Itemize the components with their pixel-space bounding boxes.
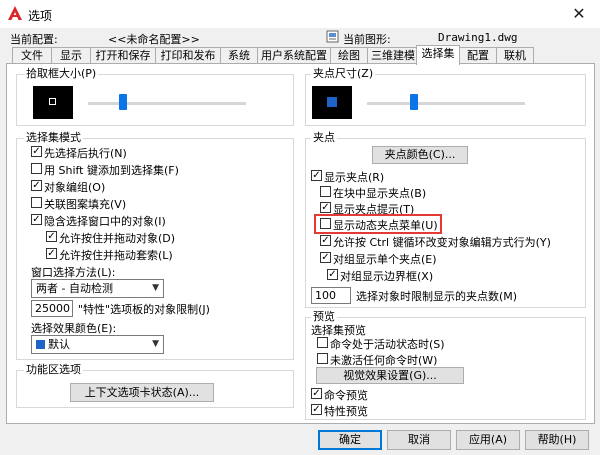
- tab-user-preferences[interactable]: 用户系统配置: [257, 47, 331, 64]
- pickbox-title: 拾取框大小(P): [24, 67, 99, 80]
- tab-selection[interactable]: 选择集: [416, 45, 460, 65]
- profile-label: 当前配置:: [10, 33, 58, 46]
- title-bar: [0, 0, 600, 28]
- grip-size-slider-thumb[interactable]: [410, 94, 419, 110]
- ribbon-options-title: 功能区选项: [24, 363, 83, 376]
- object-limit-label: "特性"选项板的对象限制(J): [78, 303, 210, 316]
- command-active-checkbox[interactable]: [317, 337, 328, 348]
- tab-files[interactable]: 文件: [12, 47, 52, 64]
- drawing-value: Drawing1.dwg: [438, 31, 518, 44]
- grips-title: 夹点: [311, 131, 337, 144]
- window-method-select[interactable]: 两者 - 自动检测 ▼: [31, 279, 164, 298]
- ctrl-cycling-checkbox[interactable]: [320, 235, 331, 246]
- ctrl-cycling-label: 允许按 Ctrl 键循环改变对象编辑方式行为(Y): [333, 236, 551, 249]
- press-drag-lasso-checkbox[interactable]: [46, 248, 57, 259]
- object-grouping-label: 对象编组(O): [44, 181, 106, 194]
- pickbox-slider-thumb[interactable]: [118, 94, 127, 110]
- grip-preview-icon: [327, 97, 337, 107]
- dynamic-grip-menu-label: 显示动态夹点菜单(U): [333, 219, 438, 232]
- pickbox-slider-track[interactable]: [88, 102, 246, 105]
- grips-in-blocks-checkbox[interactable]: [320, 186, 331, 197]
- tab-open-save[interactable]: 打开和保存: [90, 47, 156, 64]
- noun-verb-label: 先选择后执行(N): [44, 147, 127, 160]
- grip-limit-input[interactable]: 100: [311, 287, 351, 304]
- press-drag-object-checkbox[interactable]: [46, 231, 57, 242]
- visual-effect-settings-button[interactable]: 视觉效果设置(G)...: [316, 367, 464, 384]
- effect-color-label: 选择效果颜色(E):: [31, 322, 117, 335]
- effect-color-value: 默认: [48, 338, 70, 351]
- pickbox-preview-icon: [49, 98, 56, 105]
- property-preview-checkbox[interactable]: [311, 404, 322, 415]
- drawing-label: 当前图形:: [343, 33, 391, 46]
- show-grips-checkbox[interactable]: [311, 170, 322, 181]
- cancel-button[interactable]: 取消: [387, 430, 451, 450]
- window-method-value: 两者 - 自动检测: [36, 282, 113, 295]
- single-grip-groups-label: 对组显示单个夹点(E): [333, 253, 437, 266]
- press-drag-object-label: 允许按住并拖动对象(D): [59, 232, 176, 245]
- grips-in-blocks-label: 在块中显示夹点(B): [333, 187, 427, 200]
- effect-color-select[interactable]: 默认 ▼: [31, 335, 164, 354]
- contextual-tab-states-button[interactable]: 上下文选项卡状态(A)...: [70, 383, 214, 402]
- show-grips-label: 显示夹点(R): [324, 171, 385, 184]
- window-method-label: 窗口选择方法(L):: [31, 266, 116, 279]
- selection-modes-title: 选择集模式: [24, 131, 83, 144]
- grip-size-slider-track[interactable]: [367, 102, 525, 105]
- chevron-down-icon: ▼: [152, 283, 159, 293]
- associative-hatch-checkbox[interactable]: [31, 197, 42, 208]
- close-icon[interactable]: ✕: [567, 3, 591, 25]
- implied-windowing-label: 隐含选择窗口中的对象(I): [44, 215, 166, 228]
- grip-limit-label: 选择对象时限制显示的夹点数(M): [356, 290, 518, 303]
- object-limit-input[interactable]: 25000: [31, 300, 73, 317]
- no-command-checkbox[interactable]: [317, 353, 328, 364]
- tab-plot-publish[interactable]: 打印和发布: [155, 47, 221, 64]
- command-active-label: 命令处于活动状态时(S): [330, 338, 445, 351]
- no-command-label: 未激活任何命令时(W): [330, 354, 438, 367]
- autocad-logo-icon: [8, 6, 22, 20]
- effect-color-swatch: [36, 340, 45, 349]
- bounding-box-groups-label: 对组显示边界框(X): [340, 270, 434, 283]
- dynamic-grip-menu-checkbox[interactable]: [320, 218, 331, 229]
- pickbox-preview: [33, 86, 73, 119]
- drawing-file-icon: [326, 30, 339, 43]
- implied-windowing-checkbox[interactable]: [31, 214, 42, 225]
- tab-drafting[interactable]: 绘图: [330, 47, 368, 64]
- bounding-box-groups-checkbox[interactable]: [327, 269, 338, 280]
- command-preview-label: 命令预览: [324, 389, 368, 402]
- shift-add-checkbox[interactable]: [31, 163, 42, 174]
- tab-system[interactable]: 系统: [220, 47, 258, 64]
- command-preview-checkbox[interactable]: [311, 388, 322, 399]
- tab-3d-modeling[interactable]: 三维建模: [367, 47, 419, 64]
- object-grouping-checkbox[interactable]: [31, 180, 42, 191]
- property-preview-label: 特性预览: [324, 405, 368, 418]
- shift-add-label: 用 Shift 键添加到选择集(F): [44, 164, 179, 177]
- chevron-down-icon: ▼: [152, 339, 159, 349]
- grip-size-title: 夹点尺寸(Z): [311, 67, 376, 80]
- grip-tips-checkbox[interactable]: [320, 202, 331, 213]
- help-button[interactable]: 帮助(H): [525, 430, 589, 450]
- profile-value: <<未命名配置>>: [108, 33, 200, 46]
- window-title: 选项: [28, 9, 53, 23]
- tab-profiles[interactable]: 配置: [459, 47, 497, 64]
- single-grip-groups-checkbox[interactable]: [320, 252, 331, 263]
- apply-button[interactable]: 应用(A): [456, 430, 520, 450]
- noun-verb-checkbox[interactable]: [31, 146, 42, 157]
- tab-online[interactable]: 联机: [496, 47, 534, 64]
- associative-hatch-label: 关联图案填充(V): [44, 198, 127, 211]
- grip-colors-button[interactable]: 夹点颜色(C)...: [372, 146, 468, 164]
- ok-button[interactable]: 确定: [318, 430, 382, 450]
- grip-size-preview: [312, 86, 352, 119]
- tab-display[interactable]: 显示: [51, 47, 91, 64]
- press-drag-lasso-label: 允许按住并拖动套索(L): [59, 249, 173, 262]
